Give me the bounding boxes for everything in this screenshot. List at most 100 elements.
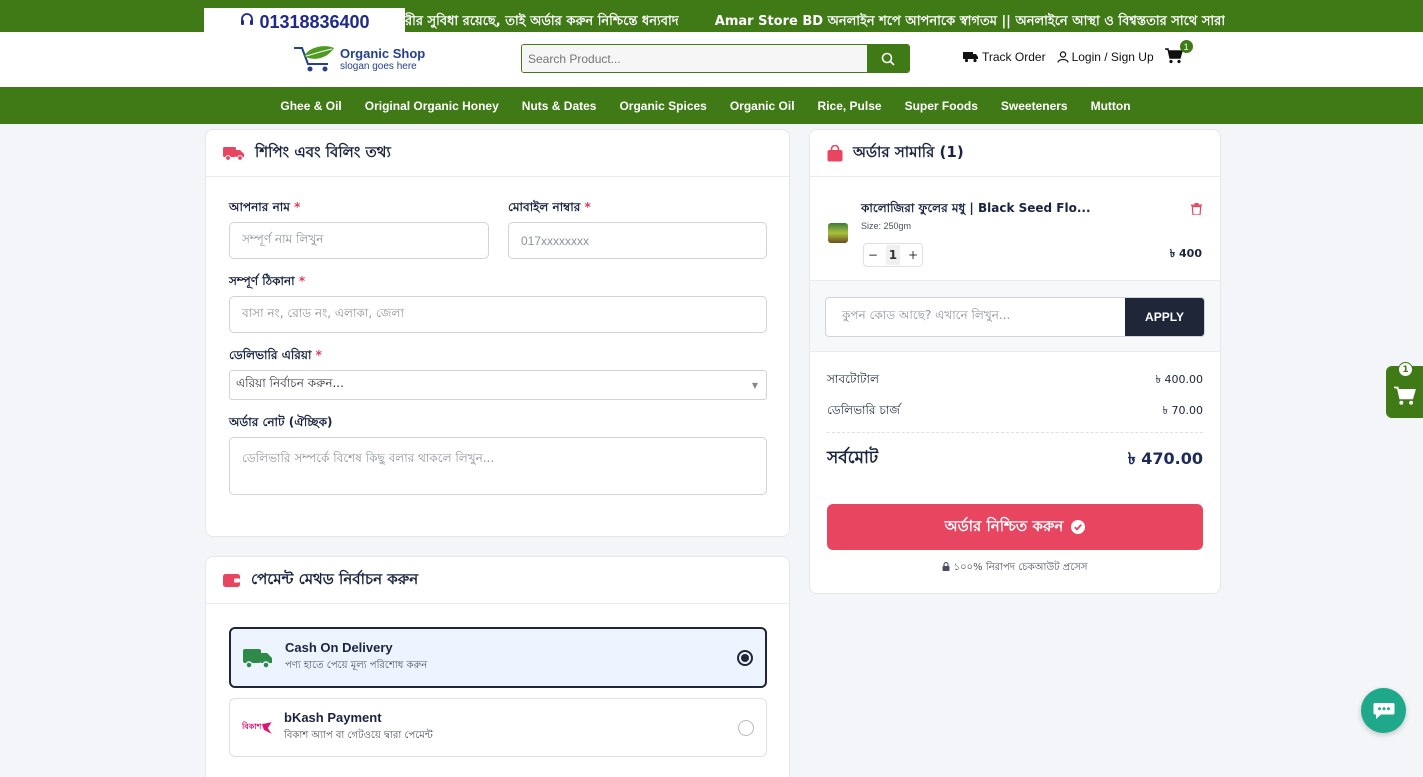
total-label: সর্বমোট <box>827 448 879 468</box>
shipping-header: শিপিং এবং বিলিং তথ্য <box>206 130 789 177</box>
truck-icon <box>963 52 978 63</box>
chat-bubble-icon <box>1373 702 1394 719</box>
bkash-subtitle: বিকাশ অ্যাপ বা গেটওয়ে দ্বারা পেমেন্ট <box>284 730 433 741</box>
apply-coupon-button[interactable]: APPLY <box>1125 298 1204 336</box>
cart-icon <box>1393 386 1416 405</box>
leaf-cart-logo-icon <box>292 44 336 74</box>
cod-title: Cash On Delivery <box>285 640 393 655</box>
marquee-text: রীর সুবিধা রয়েছে, তাই অর্ডার করুন নিশ্চ… <box>405 14 1225 29</box>
secure-checkout-note: ১০০% নিরাপদ চেকআউট প্রসেস <box>810 560 1220 577</box>
coupon-input[interactable]: কুপন কোড আছে? এখানে লিখুন... <box>826 298 1125 336</box>
bkash-title: bKash Payment <box>284 710 382 725</box>
site-logo[interactable]: Organic Shop slogan goes here <box>292 44 425 74</box>
track-order-link[interactable]: Track Order <box>963 50 1046 64</box>
product-thumbnail[interactable] <box>828 223 848 243</box>
item-name[interactable]: কালোজিরা ফুলের মধু | Black Seed Flo... <box>861 200 1091 220</box>
payment-method-card: পেমেন্ট মেথড নির্বাচন করুন Cash On Deliv… <box>205 556 790 777</box>
confirm-order-button[interactable]: অর্ডার নিশ্চিত করুন <box>827 504 1203 550</box>
floating-cart-button[interactable]: 1 <box>1386 362 1423 418</box>
mobile-field[interactable]: 017xxxxxxxx <box>508 222 767 259</box>
summary-header: অর্ডার সামারি (1) <box>810 130 1220 177</box>
qty-decrease-button[interactable]: − <box>868 248 878 262</box>
search-bar <box>521 44 910 73</box>
delivery-row: ডেলিভারি চার্জ ৳ 70.00 <box>827 402 1203 422</box>
logo-title: Organic Shop <box>340 45 426 61</box>
login-link[interactable]: Login / Sign Up <box>1056 50 1154 64</box>
search-input[interactable] <box>522 45 867 72</box>
subtotal-row: সাবটোটাল ৳ 400.00 <box>827 371 1203 391</box>
address-field[interactable]: বাসা নং, রোড নং, এলাকা, জেলা <box>229 296 767 333</box>
order-summary-card: অর্ডার সামারি (1) কালোজিরা ফুলের মধু | B… <box>809 129 1221 594</box>
search-icon <box>881 52 895 66</box>
price-breakdown: সাবটোটাল ৳ 400.00 ডেলিভারি চার্জ ৳ 70.00… <box>827 371 1203 473</box>
user-icon <box>1056 51 1069 63</box>
top-announcement-bar: 01318836400 রীর সুবিধা রয়েছে, তাই অর্ডা… <box>0 0 1423 36</box>
coupon-section: কুপন কোড আছে? এখানে লিখুন... APPLY <box>810 280 1220 352</box>
nav-link-super-foods[interactable]: Super Foods <box>905 99 978 113</box>
site-header: Organic Shop slogan goes here Track Orde… <box>0 32 1423 87</box>
area-label: ডেলিভারি এরিয়া * <box>229 348 322 362</box>
delivery-label: ডেলিভারি চার্জ <box>827 403 901 417</box>
nav-link-sweeteners[interactable]: Sweeteners <box>1001 99 1068 113</box>
confirm-order-label: অর্ডার নিশ্চিত করুন <box>944 516 1064 535</box>
nav-link-nuts-dates[interactable]: Nuts & Dates <box>522 99 597 113</box>
payment-option-bkash[interactable]: বিকাশ bKash Payment বিকাশ অ্যাপ বা গেটওয… <box>229 698 767 757</box>
name-field[interactable]: সম্পূর্ণ নাম লিখুন <box>229 222 489 259</box>
trash-icon[interactable] <box>1191 203 1202 215</box>
chat-button[interactable] <box>1361 688 1406 733</box>
shipping-billing-card: শিপিং এবং বিলিং তথ্য আপনার নাম * সম্পূর্… <box>205 129 790 537</box>
payment-title: পেমেন্ট মেথড নির্বাচন করুন <box>251 569 419 588</box>
divider <box>827 432 1203 433</box>
search-button[interactable] <box>867 45 909 72</box>
coupon-form: কুপন কোড আছে? এখানে লিখুন... APPLY <box>825 297 1205 337</box>
total-row: সর্বমোট ৳ 470.00 <box>827 445 1203 473</box>
logo-slogan: slogan goes here <box>340 60 417 72</box>
cod-radio[interactable] <box>737 649 753 666</box>
shipping-title: শিপিং এবং বিলিং তথ্য <box>255 142 391 161</box>
nav-link-rice-pulse[interactable]: Rice, Pulse <box>818 99 882 113</box>
nav-link-organic-oil[interactable]: Organic Oil <box>730 99 795 113</box>
header-actions: Track Order Login / Sign Up 1 <box>963 40 1193 66</box>
mobile-label: মোবাইল নাম্বার * <box>508 200 591 214</box>
nav-link-organic-spices[interactable]: Organic Spices <box>619 99 706 113</box>
phone-number[interactable]: 01318836400 <box>259 12 369 33</box>
quantity-stepper: − 1 + <box>863 243 923 267</box>
bkash-radio[interactable] <box>738 719 754 736</box>
note-label: অর্ডার নোট (ঐচ্ছিক) <box>229 415 333 429</box>
floating-cart-count: 1 <box>1398 362 1413 377</box>
cart-icon <box>1164 48 1183 64</box>
lock-icon <box>942 562 950 571</box>
item-price: ৳ 400 <box>1169 247 1202 260</box>
nav-link-original-organic-honey[interactable]: Original Organic Honey <box>365 99 499 113</box>
payment-option-cod[interactable]: Cash On Delivery পণ্য হাতে পেয়ে মূল্য প… <box>229 627 767 688</box>
address-label: সম্পূর্ণ ঠিকানা * <box>229 274 306 288</box>
shopping-bag-icon <box>827 144 843 161</box>
wallet-icon <box>223 573 240 587</box>
qty-value[interactable]: 1 <box>885 245 901 265</box>
subtotal-value: ৳ 400.00 <box>1155 373 1203 386</box>
cart-item: কালোজিরা ফুলের মধু | Black Seed Flo... S… <box>810 178 1220 280</box>
qty-increase-button[interactable]: + <box>908 248 918 262</box>
login-label: Login / Sign Up <box>1071 50 1154 64</box>
cart-count-badge: 1 <box>1179 40 1193 53</box>
delivery-value: ৳ 70.00 <box>1162 404 1203 417</box>
category-nav: Ghee & Oil Original Organic Honey Nuts & D… <box>0 87 1423 124</box>
cart-button[interactable]: 1 <box>1164 40 1193 66</box>
delivery-area-select[interactable]: এরিয়া নির্বাচন করুন... ▼ <box>229 370 767 400</box>
subtotal-label: সাবটোটাল <box>827 372 879 386</box>
total-value: ৳ 470.00 <box>1127 448 1203 468</box>
headset-icon <box>239 12 255 32</box>
track-order-label: Track Order <box>982 50 1046 64</box>
cod-subtitle: পণ্য হাতে পেয়ে মূল্য পরিশোধ করুন <box>285 660 428 671</box>
check-circle-icon <box>1071 520 1086 534</box>
truck-icon <box>223 147 244 161</box>
summary-title: অর্ডার সামারি (1) <box>853 142 964 161</box>
payment-header: পেমেন্ট মেথড নির্বাচন করুন <box>206 557 789 604</box>
item-size: Size: 250gm <box>861 221 912 231</box>
name-label: আপনার নাম * <box>229 200 301 214</box>
order-note-textarea[interactable]: ডেলিভারি সম্পর্কে বিশেষ কিছু বলার থাকলে … <box>229 437 767 495</box>
nav-link-mutton[interactable]: Mutton <box>1091 99 1131 113</box>
bkash-logo-icon: বিকাশ <box>242 721 272 734</box>
area-selected-value: এরিয়া নির্বাচন করুন... <box>236 376 344 390</box>
nav-link-ghee-oil[interactable]: Ghee & Oil <box>280 99 341 113</box>
